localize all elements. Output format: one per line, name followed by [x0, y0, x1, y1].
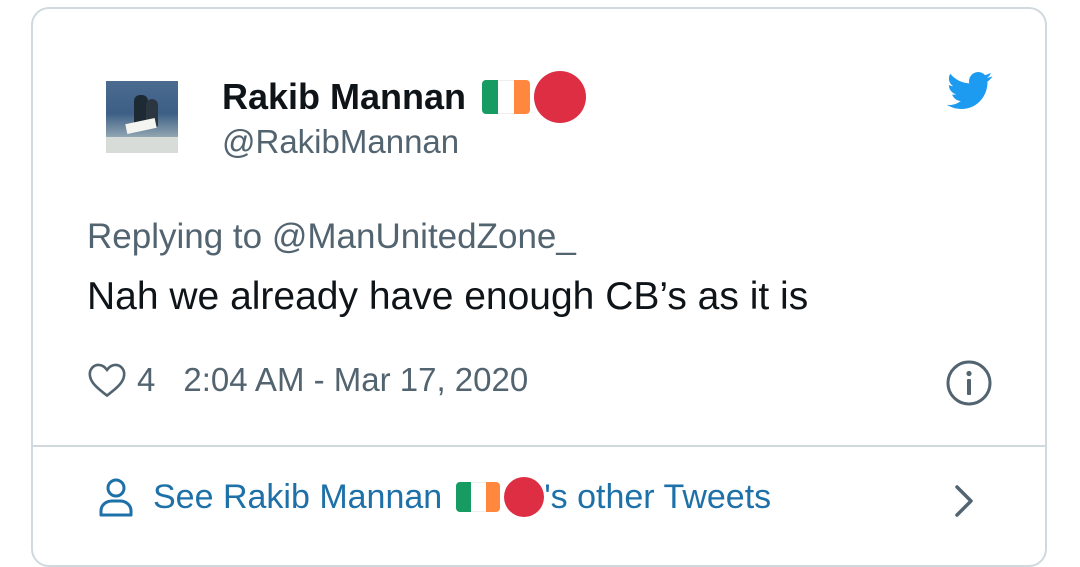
timestamp[interactable]: 2:04 AM - Mar 17, 2020: [183, 361, 528, 399]
avatar-detail: [125, 117, 157, 135]
info-icon[interactable]: [946, 360, 992, 406]
tweet-card[interactable]: Rakib Mannan @RakibMannan Replying to @M…: [31, 7, 1047, 567]
twitter-bird-icon[interactable]: [947, 71, 993, 111]
author-display-name[interactable]: Rakib Mannan: [222, 76, 466, 118]
avatar-floor: [106, 137, 178, 153]
like-count[interactable]: 4: [137, 361, 155, 399]
see-other-tweets-prefix: See Rakib Mannan: [153, 477, 443, 516]
ireland-flag-icon: [482, 80, 531, 114]
person-icon: [99, 478, 133, 517]
see-other-tweets-suffix: 's other Tweets: [544, 477, 772, 516]
heart-icon[interactable]: [87, 362, 127, 398]
red-circle-icon: [504, 477, 545, 517]
see-other-tweets-link[interactable]: See Rakib Mannan 's other Tweets: [97, 477, 771, 517]
tweet-text: Nah we already have enough CB’s as it is: [87, 275, 809, 318]
avatar[interactable]: [106, 81, 178, 153]
tweet-meta: 4 2:04 AM - Mar 17, 2020: [87, 361, 528, 399]
author-handle[interactable]: @RakibMannan: [222, 123, 459, 161]
red-circle-icon: [534, 71, 587, 123]
author-name-row[interactable]: Rakib Mannan: [222, 71, 587, 123]
chevron-right-icon[interactable]: [953, 481, 977, 521]
ireland-flag-icon: [456, 482, 501, 512]
replying-to-link[interactable]: Replying to @ManUnitedZone_: [87, 217, 576, 257]
divider: [33, 445, 1045, 447]
